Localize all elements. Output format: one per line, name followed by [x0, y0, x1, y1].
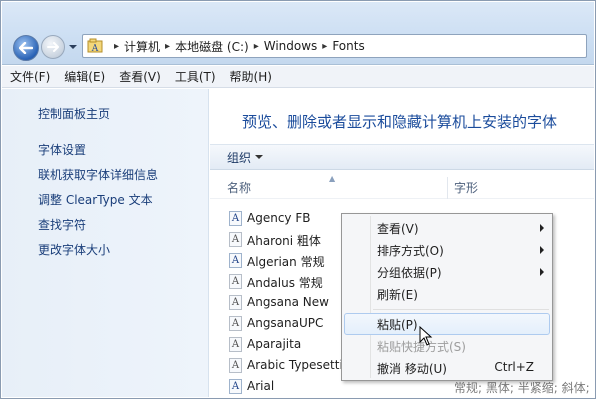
task-get-font-info-online[interactable]: 联机获取字体详细信息 [38, 166, 158, 183]
font-name: Agency FB [247, 211, 311, 225]
forward-arrow-icon [47, 42, 59, 52]
task-pane: 控制面板主页 字体设置 联机获取字体详细信息 调整 ClearType 文本 查… [2, 89, 209, 397]
context-menu: 查看(V) 排序方式(O) 分组依据(P) 刷新(E) 粘贴(P) 粘贴快捷方式… [341, 213, 553, 381]
task-font-settings[interactable]: 字体设置 [38, 141, 86, 158]
font-file-icon: A [229, 295, 242, 310]
svg-text:A: A [91, 44, 99, 54]
sort-ascending-icon: ▲ [329, 174, 336, 183]
menu-bar: 文件(F) 编辑(E) 查看(V) 工具(T) 帮助(H) [2, 66, 594, 88]
breadcrumb-separator-icon[interactable]: ▸ [254, 41, 259, 52]
back-arrow-icon [19, 42, 33, 54]
context-menu-label: 分组依据(P) [377, 266, 442, 280]
font-name: Andalus 常规 [247, 276, 323, 290]
font-file-icon: A [229, 358, 242, 373]
explorer-window: A ▸ 计算机 ▸ 本地磁盘 (C:) ▸ Windows ▸ Fonts 文件… [0, 0, 596, 399]
menu-file[interactable]: 文件(F) [10, 68, 50, 85]
menu-edit[interactable]: 编辑(E) [64, 68, 105, 85]
page-title: 预览、删除或者显示和隐藏计算机上安装的字体 [242, 113, 558, 131]
font-name: Aharoni 粗体 [247, 234, 321, 248]
address-toolbar: A ▸ 计算机 ▸ 本地磁盘 (C:) ▸ Windows ▸ Fonts [2, 2, 594, 65]
back-button[interactable] [13, 35, 39, 61]
breadcrumb-separator-icon[interactable]: ▸ [165, 41, 170, 52]
context-menu-paste[interactable]: 粘贴(P) [344, 313, 550, 335]
submenu-arrow-icon [540, 224, 544, 232]
breadcrumb-computer[interactable]: 计算机 [124, 38, 160, 55]
context-menu-label: 撤消 移动(U) [377, 362, 447, 376]
column-header-style[interactable]: 字形 [454, 179, 478, 196]
column-header-name[interactable]: 名称 [227, 179, 251, 196]
font-file-icon: A [229, 337, 242, 352]
recent-pages-chevron-icon[interactable] [68, 42, 78, 52]
font-name: Arabic Typesetti [247, 358, 343, 372]
font-file-icon: A [229, 379, 242, 394]
breadcrumb-fonts[interactable]: Fonts [332, 39, 364, 53]
task-change-font-size[interactable]: 更改字体大小 [38, 241, 110, 258]
context-menu-label: 粘贴(P) [377, 318, 418, 332]
font-file-icon: A [229, 316, 242, 331]
context-menu-sort-by[interactable]: 排序方式(O) [344, 239, 550, 261]
submenu-arrow-icon [540, 268, 544, 276]
context-menu-view[interactable]: 查看(V) [344, 217, 550, 239]
fonts-folder-icon: A [87, 38, 103, 54]
font-file-icon: A [229, 211, 242, 226]
context-menu-group-by[interactable]: 分组依据(P) [344, 261, 550, 283]
chevron-down-icon [255, 155, 264, 159]
organize-button[interactable]: 组织 [227, 149, 264, 166]
context-menu-undo-move[interactable]: 撤消 移动(U) Ctrl+Z [344, 357, 550, 379]
font-name: AngsanaUPC [247, 316, 324, 330]
column-divider[interactable] [447, 177, 448, 199]
breadcrumb-local-disk[interactable]: 本地磁盘 (C:) [175, 38, 249, 55]
menu-help[interactable]: 帮助(H) [230, 68, 272, 85]
font-name: Angsana New [247, 295, 329, 309]
control-panel-home-link[interactable]: 控制面板主页 [38, 105, 110, 122]
submenu-arrow-icon [540, 246, 544, 254]
breadcrumb-separator-icon[interactable]: ▸ [114, 41, 119, 52]
organize-label: 组织 [227, 150, 252, 165]
mouse-pointer-icon [419, 326, 433, 346]
column-headers: ▲ 名称 字形 [210, 174, 594, 199]
context-menu-separator [373, 309, 549, 310]
font-name: Algerian 常规 [247, 255, 325, 269]
font-name: Aparajita [247, 337, 302, 351]
context-menu-paste-shortcut: 粘贴快捷方式(S) [344, 335, 550, 357]
task-adjust-cleartype[interactable]: 调整 ClearType 文本 [38, 191, 153, 208]
font-file-icon: A [229, 232, 242, 247]
breadcrumb-separator-icon[interactable]: ▸ [322, 41, 327, 52]
context-menu-label: 刷新(E) [377, 288, 418, 302]
font-file-icon: A [229, 274, 242, 289]
address-bar[interactable]: A ▸ 计算机 ▸ 本地磁盘 (C:) ▸ Windows ▸ Fonts [82, 34, 587, 58]
command-bar: 组织 [210, 144, 594, 170]
font-style: 常规; 黑体; 半紧缩; 斜体; [454, 381, 590, 395]
forward-button[interactable] [41, 35, 65, 59]
context-menu-label: 查看(V) [377, 222, 419, 236]
menu-view[interactable]: 查看(V) [119, 68, 161, 85]
font-name: Arial [247, 379, 275, 393]
menu-tools[interactable]: 工具(T) [175, 68, 216, 85]
context-menu-refresh[interactable]: 刷新(E) [344, 283, 550, 305]
context-menu-shortcut: Ctrl+Z [494, 360, 534, 374]
breadcrumb-windows[interactable]: Windows [264, 39, 318, 53]
task-find-character[interactable]: 查找字符 [38, 216, 86, 233]
font-file-icon: A [229, 253, 242, 268]
context-menu-label: 排序方式(O) [377, 244, 444, 258]
